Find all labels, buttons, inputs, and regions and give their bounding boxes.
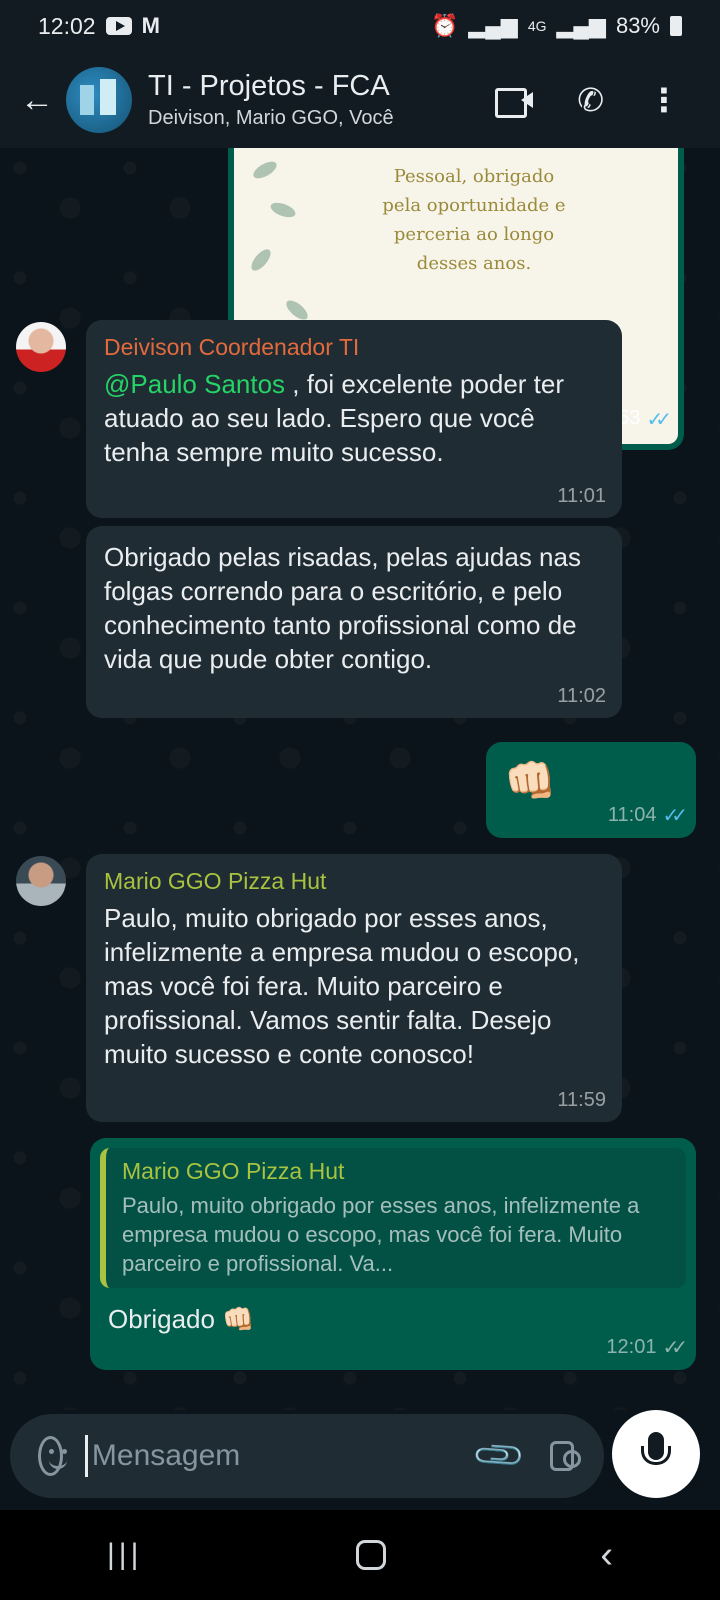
leaf-decoration bbox=[250, 158, 280, 182]
sender-name[interactable]: Deivison Coordenador TI bbox=[104, 334, 604, 361]
chat-header: ← TI - Projetos - FCA Deivison, Mario GG… bbox=[0, 52, 720, 148]
image-text-line: Pessoal, obrigado bbox=[393, 166, 555, 187]
message-text: @Paulo Santos , foi excelente poder ter … bbox=[104, 367, 604, 469]
message-time: 12:01 bbox=[606, 1336, 657, 1358]
group-avatar[interactable] bbox=[66, 67, 132, 133]
emoji-sticker-icon[interactable] bbox=[38, 1436, 67, 1476]
voice-record-button[interactable] bbox=[612, 1410, 700, 1498]
leaf-decoration bbox=[248, 246, 274, 274]
battery-level: 83% bbox=[615, 13, 660, 38]
more-options-icon[interactable]: ⋮ bbox=[648, 84, 680, 116]
message-input[interactable] bbox=[84, 1435, 478, 1477]
home-icon[interactable] bbox=[356, 1540, 387, 1570]
image-caption-text: Pessoal, obrigado pela oportunidade e pe… bbox=[324, 162, 624, 278]
message-meta: 12:01 ✓✓ bbox=[606, 1335, 687, 1360]
status-bar: 12:02 M ⏰ ▂▄▆ 4G ▂▄▆ 83% bbox=[0, 0, 720, 52]
message-text: Obrigado 👊🏻 bbox=[108, 1304, 255, 1334]
quoted-message[interactable]: Mario GGO Pizza Hut Paulo, muito obrigad… bbox=[100, 1148, 686, 1288]
message-time: 11:59 bbox=[557, 1089, 606, 1111]
image-text-line: desses anos. bbox=[416, 253, 532, 274]
voice-call-icon[interactable]: ✆ bbox=[577, 81, 604, 119]
message-text: Obrigado pelas risadas, pelas ajudas nas… bbox=[104, 542, 581, 674]
message-text: Paulo, muito obrigado por esses anos, in… bbox=[104, 903, 580, 1069]
attach-icon[interactable]: 📎 bbox=[470, 1427, 528, 1485]
emoji-fist: 👊🏻 bbox=[504, 757, 557, 804]
leaf-decoration bbox=[268, 199, 298, 221]
message-meta: 11:04 ✓✓ bbox=[607, 803, 688, 828]
message-meta: 11:02 bbox=[557, 685, 606, 708]
composer-bar: 📎 bbox=[0, 1410, 720, 1498]
sender-avatar[interactable] bbox=[16, 322, 66, 372]
chat-title: TI - Projetos - FCA bbox=[148, 70, 390, 102]
youtube-icon bbox=[105, 17, 132, 35]
image-text-line: pela oportunidade e bbox=[382, 195, 566, 216]
message-meta: 11:01 bbox=[557, 485, 606, 508]
mic-icon bbox=[641, 1432, 671, 1465]
system-nav-bar: ||| ‹ bbox=[0, 1510, 720, 1600]
video-call-icon[interactable] bbox=[495, 86, 534, 118]
gmail-icon: M bbox=[141, 13, 160, 38]
delivered-receipt-icon: ✓✓ bbox=[662, 1337, 687, 1359]
recent-apps-icon[interactable]: ||| bbox=[107, 1538, 142, 1572]
battery-icon bbox=[670, 16, 682, 36]
chat-info[interactable]: TI - Projetos - FCA Deivison, Mario GGO,… bbox=[148, 70, 495, 130]
message-list[interactable]: Pessoal, obrigado pela oportunidade e pe… bbox=[0, 148, 720, 1410]
image-text-line: perceria ao longo bbox=[393, 224, 555, 245]
outgoing-message[interactable]: 👊🏻 11:04 ✓✓ bbox=[486, 742, 696, 838]
alarm-icon: ⏰ bbox=[430, 13, 459, 38]
quoted-text: Paulo, muito obrigado por esses anos, in… bbox=[122, 1193, 640, 1276]
chat-participants: Deivison, Mario GGO, Você bbox=[148, 107, 394, 129]
incoming-message[interactable]: Obrigado pelas risadas, pelas ajudas nas… bbox=[86, 526, 622, 718]
read-receipt-icon: ✓✓ bbox=[646, 409, 671, 431]
back-arrow-icon[interactable]: ← bbox=[12, 81, 62, 120]
outgoing-message[interactable]: Mario GGO Pizza Hut Paulo, muito obrigad… bbox=[90, 1138, 696, 1370]
message-time: 11:02 bbox=[557, 685, 606, 707]
incoming-message[interactable]: Mario GGO Pizza Hut Paulo, muito obrigad… bbox=[86, 854, 622, 1122]
nav-back-icon[interactable]: ‹ bbox=[600, 1534, 613, 1577]
sender-name[interactable]: Mario GGO Pizza Hut bbox=[104, 868, 604, 895]
message-time: 11:04 bbox=[607, 804, 657, 826]
clock: 12:02 bbox=[38, 12, 96, 39]
message-time: 11:01 bbox=[557, 485, 606, 507]
incoming-message[interactable]: Deivison Coordenador TI @Paulo Santos , … bbox=[86, 320, 622, 518]
read-receipt-icon: ✓✓ bbox=[662, 805, 687, 827]
signal-icon: ▂▄▆ bbox=[556, 13, 606, 38]
camera-icon[interactable] bbox=[550, 1441, 581, 1471]
network-type: 4G bbox=[527, 18, 547, 34]
mention-link[interactable]: @Paulo Santos bbox=[104, 369, 285, 399]
message-meta: 11:59 bbox=[557, 1089, 606, 1112]
quoted-sender: Mario GGO Pizza Hut bbox=[122, 1158, 345, 1184]
composer: 📎 bbox=[10, 1414, 604, 1498]
sender-avatar[interactable] bbox=[16, 856, 66, 906]
signal-icon: ▂▄▆ bbox=[468, 13, 518, 38]
